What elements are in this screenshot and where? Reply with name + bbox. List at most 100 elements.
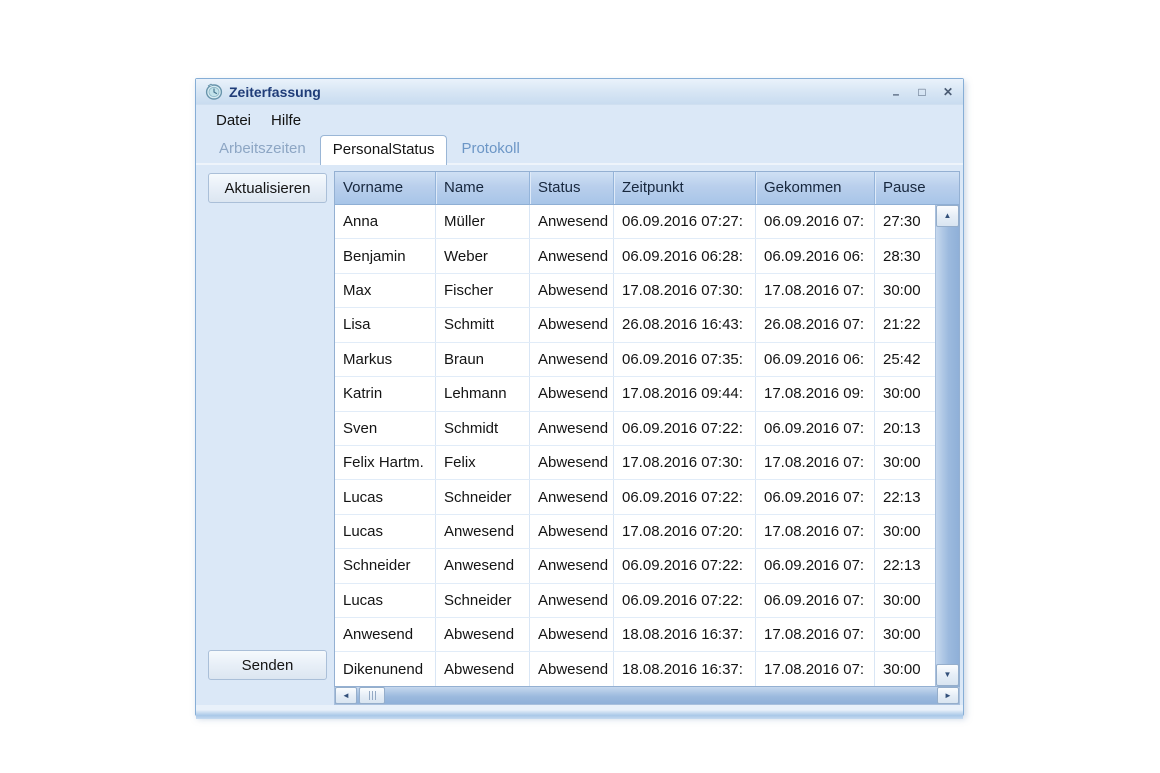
table-cell: 26.08.2016 16:43: [613,308,755,341]
table-cell: 06.09.2016 07: [755,205,874,238]
table-cell: 28:30 [874,239,935,272]
table-cell: 06.09.2016 06: [755,343,874,376]
thumb-grip-icon [369,691,376,700]
table-cell: 17.08.2016 07:30: [613,446,755,479]
window-title: Zeiterfassung [229,84,321,100]
table-cell: Anwesend [529,480,613,513]
table-row[interactable]: AnnaMüllerAnwesend06.09.2016 07:27:06.09… [335,205,935,239]
table-cell: 26.08.2016 07: [755,308,874,341]
table-cell: 18.08.2016 16:37: [613,652,755,685]
table-cell: Anwesend [335,618,435,651]
table-row[interactable]: LisaSchmittAbwesend26.08.2016 16:43:26.0… [335,308,935,342]
table-cell: Abwesend [529,274,613,307]
horizontal-scroll-track[interactable] [385,687,937,704]
table-cell: 17.08.2016 07: [755,652,874,685]
table-row[interactable]: SvenSchmidtAnwesend06.09.2016 07:22:06.0… [335,412,935,446]
table-cell: 25:42 [874,343,935,376]
table-cell: Benjamin [335,239,435,272]
table-cell: 22:13 [874,549,935,582]
title-bar[interactable]: Zeiterfassung – □ ✕ [196,79,963,105]
table-cell: 06.09.2016 07: [755,584,874,617]
table-row[interactable]: LucasAnwesendAbwesend17.08.2016 07:20:17… [335,515,935,549]
table-row[interactable]: MarkusBraunAnwesend06.09.2016 07:35:06.0… [335,343,935,377]
table-cell: 06.09.2016 07: [755,480,874,513]
table-cell: Anwesend [529,412,613,445]
table-cell: 30:00 [874,377,935,410]
panel-spacer [208,203,334,650]
horizontal-scrollbar[interactable]: ◄ ► [334,687,960,705]
table-cell: 17.08.2016 07: [755,446,874,479]
table-cell: Lehmann [435,377,529,410]
tab-arbeitszeiten[interactable]: Arbeitszeiten [208,136,317,163]
table-cell: 06.09.2016 06: [755,239,874,272]
send-button[interactable]: Senden [208,650,327,680]
column-header-pause[interactable]: Pause [874,172,959,204]
table-row[interactable]: DikenunendAbwesendAbwesend18.08.2016 16:… [335,652,935,685]
scroll-up-icon: ▲ [944,212,952,220]
table-body-wrap: AnnaMüllerAnwesend06.09.2016 07:27:06.09… [335,205,959,686]
scroll-left-button[interactable]: ◄ [335,687,357,704]
scroll-down-button[interactable]: ▼ [936,664,959,686]
table-cell: 30:00 [874,584,935,617]
maximize-icon[interactable]: □ [915,85,929,99]
table-cell: Anwesend [529,584,613,617]
vertical-scrollbar[interactable]: ▲ ▼ [935,205,959,686]
table-row[interactable]: Felix Hartm.FelixAbwesend17.08.2016 07:3… [335,446,935,480]
table-cell: Braun [435,343,529,376]
table-cell: Felix [435,446,529,479]
horizontal-scroll-thumb[interactable] [359,687,385,704]
table-cell: Anwesend [435,515,529,548]
table-cell: Abwesend [435,652,529,685]
column-header-status[interactable]: Status [529,172,613,204]
table-row[interactable]: SchneiderAnwesendAnwesend06.09.2016 07:2… [335,549,935,583]
window-controls: – □ ✕ [889,85,955,99]
table-row[interactable]: LucasSchneiderAnwesend06.09.2016 07:22:0… [335,480,935,514]
table-cell: Abwesend [529,652,613,685]
column-header-zeitpunkt[interactable]: Zeitpunkt [613,172,755,204]
table-row[interactable]: AnwesendAbwesendAbwesend18.08.2016 16:37… [335,618,935,652]
table-cell: Schmitt [435,308,529,341]
content-area: Aktualisieren Senden VornameNameStatusZe… [196,165,963,705]
table-cell: Lucas [335,515,435,548]
table-cell: 18.08.2016 16:37: [613,618,755,651]
table-cell: 06.09.2016 07:35: [613,343,755,376]
table-cell: Anna [335,205,435,238]
column-header-vorname[interactable]: Vorname [335,172,435,204]
column-header-name[interactable]: Name [435,172,529,204]
vertical-scroll-track[interactable] [936,227,959,664]
column-header-gekommen[interactable]: Gekommen [755,172,874,204]
table-cell: Anwesend [529,343,613,376]
table-cell: 06.09.2016 07:22: [613,549,755,582]
table-cell: Abwesend [529,515,613,548]
table-cell: 06.09.2016 07: [755,412,874,445]
table-cell: 17.08.2016 07: [755,515,874,548]
scroll-down-icon: ▼ [944,671,952,679]
menu-bar: Datei Hilfe [196,105,963,136]
table-cell: 30:00 [874,274,935,307]
scroll-up-button[interactable]: ▲ [936,205,959,227]
table-cell: 21:22 [874,308,935,341]
table-cell: Abwesend [529,618,613,651]
tab-protokoll[interactable]: Protokoll [450,136,530,163]
table-row[interactable]: MaxFischerAbwesend17.08.2016 07:30:17.08… [335,274,935,308]
table-row[interactable]: BenjaminWeberAnwesend06.09.2016 06:28:06… [335,239,935,273]
scroll-right-button[interactable]: ► [937,687,959,704]
app-window: Zeiterfassung – □ ✕ Datei Hilfe Arbeitsz… [195,78,964,716]
table-row[interactable]: KatrinLehmannAbwesend17.08.2016 09:44:17… [335,377,935,411]
minimize-icon[interactable]: – [889,87,903,101]
table-cell: 17.08.2016 09: [755,377,874,410]
close-icon[interactable]: ✕ [941,85,955,99]
table-cell: 06.09.2016 06:28: [613,239,755,272]
table-cell: 30:00 [874,515,935,548]
refresh-button[interactable]: Aktualisieren [208,173,327,203]
menu-item-hilfe[interactable]: Hilfe [263,109,309,132]
table-cell: Anwesend [435,549,529,582]
table-cell: Schneider [435,480,529,513]
table-cell: 20:13 [874,412,935,445]
menu-item-datei[interactable]: Datei [208,109,259,132]
table-row[interactable]: LucasSchneiderAnwesend06.09.2016 07:22:0… [335,584,935,618]
table-cell: Abwesend [529,446,613,479]
table-cell: 06.09.2016 07:22: [613,480,755,513]
tab-personalstatus[interactable]: PersonalStatus [320,135,448,165]
table-cell: Felix Hartm. [335,446,435,479]
